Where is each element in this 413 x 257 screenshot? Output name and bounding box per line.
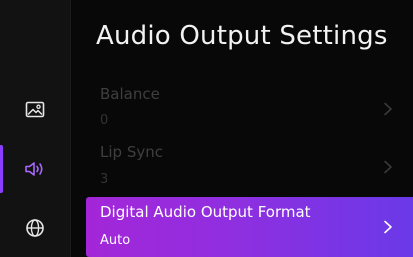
audio-output-settings-screen: Audio Output Settings Balance 0 Lip Sync…: [0, 0, 413, 257]
menu-item-label: Digital Audio Output Format: [100, 203, 311, 221]
side-navigation-rail: [0, 0, 71, 257]
menu-item-lip-sync[interactable]: Lip Sync 3: [86, 142, 413, 196]
menu-item-value: 3: [100, 172, 109, 187]
chevron-right-icon: [384, 102, 392, 116]
menu-item-value: 0: [100, 113, 109, 128]
chevron-right-icon: [384, 160, 392, 174]
menu-item-label: Balance: [100, 85, 160, 103]
sound-icon: [25, 162, 43, 176]
menu-item-digital-audio-output-format[interactable]: Digital Audio Output Format Auto: [86, 197, 413, 257]
picture-settings-icon: [25, 101, 45, 118]
rail-item-picture[interactable]: [0, 84, 70, 136]
menu-item-label: Lip Sync: [100, 143, 163, 161]
rail-item-network[interactable]: [0, 202, 70, 254]
chevron-right-icon: [384, 220, 392, 234]
globe-icon: [26, 219, 44, 237]
page-title: Audio Output Settings: [96, 21, 388, 51]
menu-item-balance[interactable]: Balance 0: [86, 82, 413, 138]
rail-item-sound[interactable]: [0, 143, 70, 195]
menu-item-value: Auto: [100, 233, 131, 248]
